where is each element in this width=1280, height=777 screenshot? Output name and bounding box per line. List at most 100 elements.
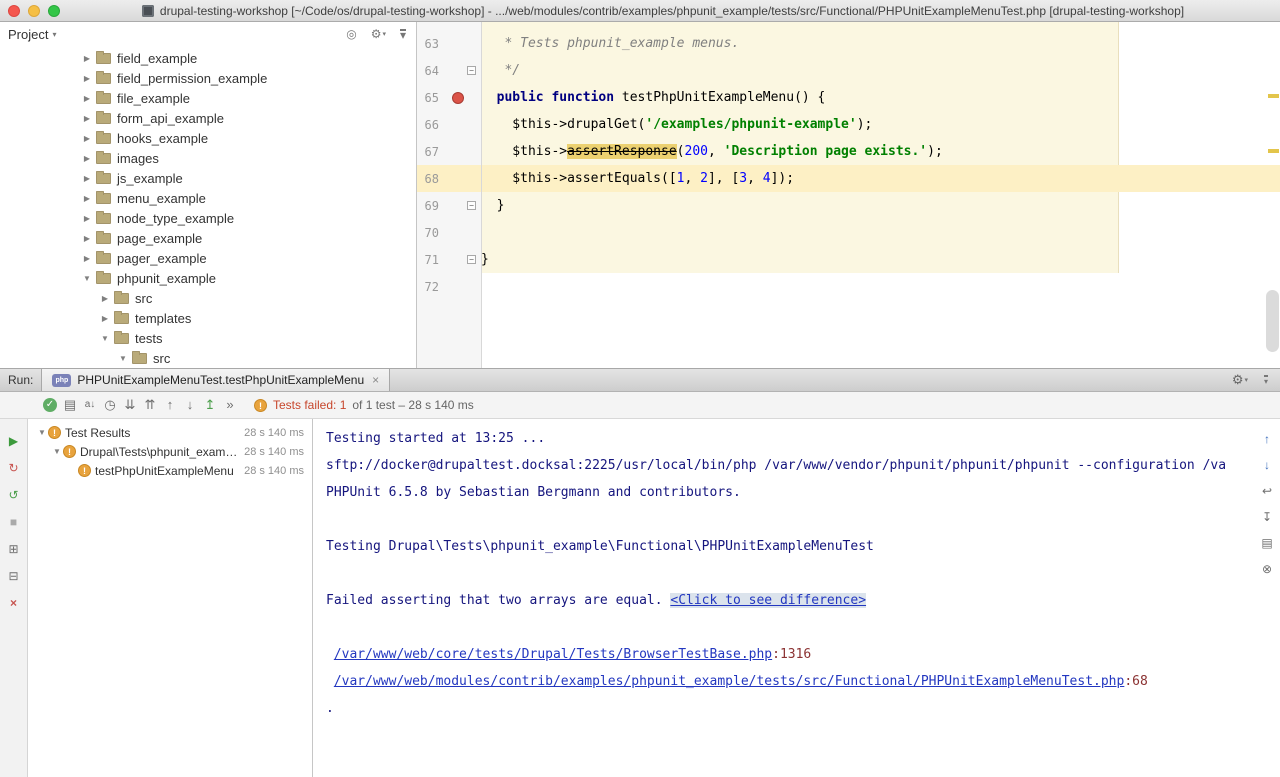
console-output[interactable]: Testing started at 13:25 ...sftp://docke… (313, 419, 1254, 777)
previous-failed-icon[interactable]: ↑ (160, 397, 180, 413)
chevron-right-icon[interactable]: ▶ (80, 114, 94, 123)
editor-line: 72 (417, 273, 1280, 300)
chevrons-icon[interactable]: » (220, 397, 240, 413)
test-tree-row[interactable]: ▼!Drupal\Tests\phpunit_example\Functiona… (28, 442, 312, 461)
chevron-down-icon[interactable]: ▼ (36, 428, 48, 437)
console-link[interactable]: /var/www/web/modules/contrib/examples/ph… (334, 674, 1125, 689)
tree-item[interactable]: ▶node_type_example (0, 208, 416, 228)
dropdown-caret-icon[interactable]: ▾ (52, 30, 56, 39)
rerun-failed-icon[interactable]: ↻ (6, 460, 22, 476)
titlebar: drupal-testing-workshop [~/Code/os/drupa… (0, 0, 1280, 22)
chevron-right-icon[interactable]: ▶ (98, 314, 112, 323)
hide-run-panel-icon[interactable]: ▾ (1264, 375, 1268, 385)
scroll-from-source-icon[interactable]: ◎ (346, 27, 356, 41)
chevron-right-icon[interactable]: ▶ (80, 74, 94, 83)
tree-item-label: js_example (117, 171, 183, 186)
tab-close-icon[interactable]: × (372, 373, 379, 387)
run-settings-button[interactable]: ⚙▾ (1232, 372, 1248, 388)
tree-item[interactable]: ▶field_example (0, 48, 416, 68)
tree-item[interactable]: ▶file_example (0, 88, 416, 108)
warning-stripe-mark[interactable] (1268, 149, 1279, 153)
show-console-icon[interactable]: ▤ (60, 397, 80, 413)
tree-item[interactable]: ▼src (0, 348, 416, 368)
clear-all-icon[interactable]: ⊗ (1257, 561, 1277, 577)
zoom-window-button[interactable] (48, 5, 60, 17)
folder-icon (132, 353, 147, 364)
test-tree-row[interactable]: !testPhpUnitExampleMenu28 s 140 ms (28, 461, 312, 480)
tree-item[interactable]: ▶hooks_example (0, 128, 416, 148)
chevron-right-icon[interactable]: ▶ (80, 194, 94, 203)
soft-wrap-icon[interactable]: ↩ (1257, 483, 1277, 499)
console-line: . (326, 695, 1254, 722)
tree-item[interactable]: ▶templates (0, 308, 416, 328)
chevron-right-icon[interactable]: ▶ (80, 134, 94, 143)
collapse-all-icon[interactable]: ⇈ (140, 397, 160, 413)
fold-icon[interactable]: − (467, 66, 476, 75)
tree-item[interactable]: ▼tests (0, 328, 416, 348)
warning-stripe-mark[interactable] (1268, 94, 1279, 98)
editor-scrollbar[interactable] (1266, 290, 1279, 352)
chevron-down-icon[interactable]: ▼ (98, 334, 112, 343)
sort-by-duration-icon[interactable]: ◷ (100, 397, 120, 413)
project-panel-title[interactable]: Project (8, 27, 48, 42)
line-number: 68 (417, 172, 439, 186)
rerun-icon[interactable]: ▶ (6, 433, 22, 449)
chevron-right-icon[interactable]: ▶ (80, 174, 94, 183)
tree-item[interactable]: ▶field_permission_example (0, 68, 416, 88)
chevron-right-icon[interactable]: ▶ (80, 154, 94, 163)
dropdown-caret-icon: ▾ (1244, 376, 1248, 384)
auto-test-icon[interactable]: ↺ (6, 487, 22, 503)
line-reference: :1316 (772, 647, 811, 662)
project-settings-button[interactable]: ⚙▾ (371, 27, 386, 41)
editor-line: 66 $this->drupalGet('/examples/phpunit-e… (417, 111, 1280, 138)
tree-item[interactable]: ▶pager_example (0, 248, 416, 268)
chevron-right-icon[interactable]: ▶ (98, 294, 112, 303)
tree-item[interactable]: ▶page_example (0, 228, 416, 248)
stop-icon[interactable]: ■ (6, 514, 22, 530)
breakpoint-icon[interactable] (452, 92, 464, 104)
pin-tab-icon[interactable]: ⊟ (6, 568, 22, 584)
tree-item[interactable]: ▶src (0, 288, 416, 308)
tree-item[interactable]: ▶menu_example (0, 188, 416, 208)
tree-item[interactable]: ▼phpunit_example (0, 268, 416, 288)
close-icon[interactable]: × (6, 595, 22, 611)
show-passed-icon[interactable]: ✓ (43, 398, 57, 412)
chevron-down-icon[interactable]: ▼ (51, 447, 63, 456)
diff-link[interactable]: <Click to see difference> (670, 593, 866, 608)
minimize-window-button[interactable] (28, 5, 40, 17)
chevron-right-icon[interactable]: ▶ (80, 54, 94, 63)
tree-item[interactable]: ▶ js_example (0, 168, 416, 188)
fold-icon[interactable]: − (467, 201, 476, 210)
tree-item[interactable]: ▶ images (0, 148, 416, 168)
run-tab[interactable]: php PHPUnitExampleMenuTest.testPhpUnitEx… (41, 369, 390, 391)
scroll-to-bottom-icon[interactable]: ↓ (1257, 457, 1277, 473)
chevron-right-icon[interactable]: ▶ (80, 214, 94, 223)
console-text (326, 647, 334, 662)
chevron-down-icon[interactable]: ▼ (116, 354, 130, 363)
expand-all-icon[interactable]: ⇊ (120, 397, 140, 413)
next-failed-icon[interactable]: ↓ (180, 397, 200, 413)
hide-panel-icon[interactable]: ▾ (400, 29, 406, 39)
test-tree-row[interactable]: ▼!Test Results28 s 140 ms (28, 423, 312, 442)
chevron-down-icon[interactable]: ▼ (80, 274, 94, 283)
chevron-right-icon[interactable]: ▶ (80, 254, 94, 263)
chevron-right-icon[interactable]: ▶ (80, 94, 94, 103)
fold-icon[interactable]: − (467, 255, 476, 264)
print-icon[interactable]: ▤ (1257, 535, 1277, 551)
restore-layout-icon[interactable]: ⊞ (6, 541, 22, 557)
console-link[interactable]: /var/www/web/core/tests/Drupal/Tests/Bro… (334, 647, 772, 662)
tree-item-label: images (117, 151, 159, 166)
import-results-icon[interactable]: ↥ (200, 397, 220, 413)
code-segment: 4 (763, 171, 771, 186)
editor-line: 71−} (417, 246, 1280, 273)
close-window-button[interactable] (8, 5, 20, 17)
tree-item[interactable]: ▶form_api_example (0, 108, 416, 128)
editor-line: 63 * Tests phpunit_example menus. (417, 30, 1280, 57)
scroll-to-top-icon[interactable]: ↑ (1257, 431, 1277, 447)
editor[interactable]: 63 * Tests phpunit_example menus.64− */6… (417, 22, 1280, 368)
chevron-right-icon[interactable]: ▶ (80, 234, 94, 243)
scroll-to-end-icon[interactable]: ↧ (1257, 509, 1277, 525)
sort-alphabetically-icon[interactable]: a↓ (80, 397, 100, 413)
folder-icon (96, 153, 111, 164)
folder-icon (96, 113, 111, 124)
